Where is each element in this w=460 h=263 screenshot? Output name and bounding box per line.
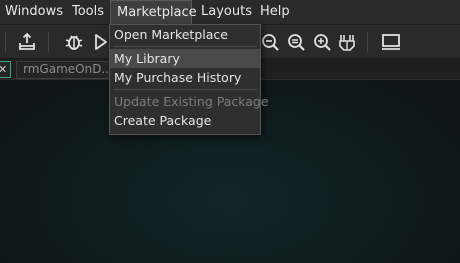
toolbar-separator	[5, 32, 6, 52]
toolbar-separator	[48, 32, 49, 52]
menu-item-update-existing-package: Update Existing Package	[114, 94, 269, 109]
debug-button[interactable]	[62, 30, 86, 54]
close-icon: ✕	[0, 63, 8, 76]
menu-item-my-purchase-history[interactable]: My Purchase History	[110, 68, 260, 87]
menu-windows[interactable]: Windows	[5, 0, 63, 25]
menu-separator	[113, 46, 257, 47]
zoom-in-button[interactable]	[310, 30, 334, 54]
toolbar-separator	[367, 32, 368, 52]
export-icon	[19, 32, 35, 50]
zoom-reset-icon	[288, 34, 305, 51]
gamepad-button[interactable]	[335, 30, 359, 54]
zoom-out-button[interactable]	[258, 30, 282, 54]
marketplace-dropdown-menu: Open Marketplace My Library My Purchase …	[109, 24, 269, 135]
zoom-out-icon	[262, 34, 279, 51]
menu-layouts[interactable]: Layouts	[201, 0, 252, 25]
export-button[interactable]	[15, 30, 39, 54]
menu-item-open-marketplace[interactable]: Open Marketplace	[110, 25, 260, 44]
zoom-in-icon	[314, 34, 331, 51]
menu-item-my-library[interactable]: My Library	[110, 49, 260, 68]
gamepad-icon	[339, 35, 355, 51]
zoom-reset-button[interactable]	[284, 30, 308, 54]
menu-help[interactable]: Help	[260, 0, 290, 25]
ide-window: Windows Tools Marketplace Layouts Help ✕…	[0, 0, 460, 263]
menu-tools[interactable]: Tools	[72, 0, 104, 25]
menu-bar: Windows Tools Marketplace Layouts Help	[0, 0, 460, 25]
menu-item-create-package[interactable]: Create Package	[110, 111, 260, 130]
tab-rmgameond[interactable]: rmGameOnD...	[16, 61, 112, 79]
monitor-button[interactable]	[379, 30, 403, 54]
menu-separator	[113, 89, 257, 90]
menu-marketplace[interactable]: Marketplace	[110, 0, 197, 25]
tab-close-button[interactable]: ✕	[0, 61, 11, 78]
monitor-icon	[382, 34, 400, 50]
debug-icon	[65, 35, 83, 50]
